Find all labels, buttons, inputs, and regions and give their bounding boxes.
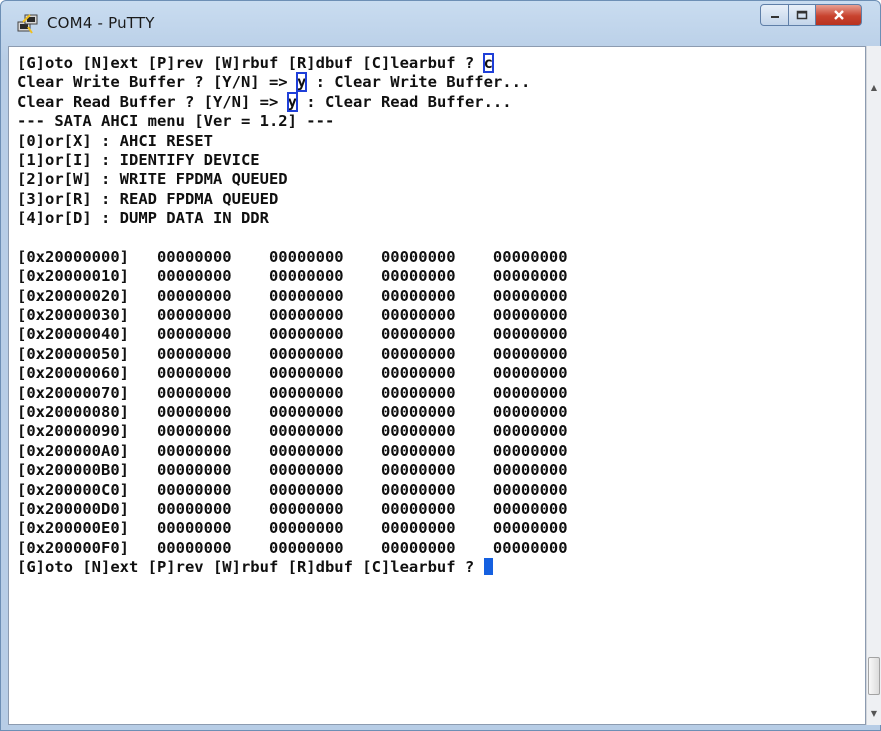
terminal-line: [1]or[I] : IDENTIFY DEVICE	[17, 151, 568, 170]
minimize-button[interactable]	[760, 4, 789, 26]
terminal-line: [0x20000030] 00000000 00000000 00000000 …	[17, 306, 568, 325]
terminal-line: [0x200000E0] 00000000 00000000 00000000 …	[17, 519, 568, 538]
terminal-text: --- SATA AHCI menu [Ver = 1.2] ---	[17, 112, 335, 131]
terminal-text: [0x20000000] 00000000 00000000 00000000 …	[17, 247, 568, 266]
minimize-icon	[770, 16, 779, 18]
terminal-line: [0x20000070] 00000000 00000000 00000000 …	[17, 384, 568, 403]
highlighted-input: y	[295, 72, 308, 93]
terminal-text: [0x200000D0] 00000000 00000000 00000000 …	[17, 499, 568, 518]
scroll-down-arrow-icon[interactable]: ▼	[870, 710, 878, 718]
terminal-line: Clear Write Buffer ? [Y/N] => y : Clear …	[17, 72, 568, 93]
highlighted-input: c	[482, 53, 494, 73]
terminal-line: [0x20000000] 00000000 00000000 00000000 …	[17, 248, 568, 267]
terminal-line: [0x200000C0] 00000000 00000000 00000000 …	[17, 481, 568, 500]
terminal-text: : Clear Write Buffer...	[306, 73, 531, 92]
terminal-text: [2]or[W] : WRITE FPDMA QUEUED	[17, 170, 288, 189]
terminal-line: [0x200000B0] 00000000 00000000 00000000 …	[17, 461, 568, 480]
terminal-line: [0x20000040] 00000000 00000000 00000000 …	[17, 325, 568, 344]
terminal-text: [0x20000020] 00000000 00000000 00000000 …	[17, 286, 568, 305]
terminal-cursor	[483, 558, 493, 576]
terminal-text: [0x20000030] 00000000 00000000 00000000 …	[17, 306, 568, 325]
terminal-line: [0x20000020] 00000000 00000000 00000000 …	[17, 287, 568, 306]
terminal-line: [0x20000090] 00000000 00000000 00000000 …	[17, 422, 568, 441]
terminal-text: [0x20000050] 00000000 00000000 00000000 …	[17, 344, 568, 363]
terminal-text: : Clear Read Buffer...	[296, 92, 512, 111]
terminal-text: [0x200000B0] 00000000 00000000 00000000 …	[17, 461, 568, 480]
terminal-line: [2]or[W] : WRITE FPDMA QUEUED	[17, 170, 568, 189]
terminal-text: Clear Read Buffer ? [Y/N] =>	[17, 92, 288, 111]
close-icon	[833, 10, 844, 20]
terminal-text: [0x200000C0] 00000000 00000000 00000000 …	[17, 480, 568, 499]
terminal-line: [G]oto [N]ext [P]rev [W]rbuf [R]dbuf [C]…	[17, 558, 568, 577]
terminal-text: [G]oto [N]ext [P]rev [W]rbuf [R]dbuf [C]…	[17, 54, 484, 72]
terminal-text: [0x200000E0] 00000000 00000000 00000000 …	[17, 519, 568, 538]
terminal-text: [3]or[R] : READ FPDMA QUEUED	[17, 189, 279, 208]
terminal-text: Clear Write Buffer ? [Y/N] =>	[17, 73, 297, 92]
terminal-line: [0x200000A0] 00000000 00000000 00000000 …	[17, 442, 568, 461]
close-button[interactable]	[816, 4, 862, 26]
terminal-line: [4]or[D] : DUMP DATA IN DDR	[17, 209, 568, 228]
terminal-text: [0x20000040] 00000000 00000000 00000000 …	[17, 325, 568, 344]
title-bar[interactable]: COM4 - PuTTY	[1, 1, 880, 45]
terminal-text: [0x200000A0] 00000000 00000000 00000000 …	[17, 441, 568, 460]
terminal-line: [0x200000F0] 00000000 00000000 00000000 …	[17, 539, 568, 558]
putty-window: COM4 - PuTTY [G]oto [N]ext [P]rev [W]rbu…	[0, 0, 881, 731]
terminal-text: [0x20000070] 00000000 00000000 00000000 …	[17, 383, 568, 402]
terminal-line: [0x20000060] 00000000 00000000 00000000 …	[17, 364, 568, 383]
terminal-screen[interactable]: [G]oto [N]ext [P]rev [W]rbuf [R]dbuf [C]…	[8, 46, 866, 725]
terminal-text: [0x200000F0] 00000000 00000000 00000000 …	[17, 538, 568, 557]
terminal-output: [G]oto [N]ext [P]rev [W]rbuf [R]dbuf [C]…	[17, 53, 568, 578]
terminal-text: [G]oto [N]ext [P]rev [W]rbuf [R]dbuf [C]…	[17, 558, 484, 577]
terminal-text: [0x20000010] 00000000 00000000 00000000 …	[17, 267, 568, 286]
scrollbar-thumb[interactable]	[868, 657, 880, 695]
terminal-text: [0]or[X] : AHCI RESET	[17, 131, 213, 150]
putty-icon[interactable]	[17, 13, 39, 35]
terminal-text: [0x20000060] 00000000 00000000 00000000 …	[17, 364, 568, 383]
terminal-text: [4]or[D] : DUMP DATA IN DDR	[17, 209, 269, 228]
terminal-line: [0x20000010] 00000000 00000000 00000000 …	[17, 267, 568, 286]
terminal-text: [0x20000080] 00000000 00000000 00000000 …	[17, 403, 568, 422]
maximize-button[interactable]	[789, 4, 816, 26]
terminal-line: [G]oto [N]ext [P]rev [W]rbuf [R]dbuf [C]…	[17, 53, 568, 73]
terminal-line: [0]or[X] : AHCI RESET	[17, 132, 568, 151]
terminal-line: [3]or[R] : READ FPDMA QUEUED	[17, 190, 568, 209]
scroll-up-arrow-icon[interactable]: ▲	[870, 84, 878, 92]
terminal-line: --- SATA AHCI menu [Ver = 1.2] ---	[17, 112, 568, 131]
vertical-scrollbar[interactable]: ▲ ▼	[866, 46, 881, 725]
terminal-text: [1]or[I] : IDENTIFY DEVICE	[17, 150, 260, 169]
terminal-line: [0x20000050] 00000000 00000000 00000000 …	[17, 345, 568, 364]
terminal-text: [0x20000090] 00000000 00000000 00000000 …	[17, 422, 568, 441]
highlighted-input: y	[286, 91, 299, 112]
terminal-line: Clear Read Buffer ? [Y/N] => y : Clear R…	[17, 91, 568, 112]
maximize-icon	[796, 10, 808, 20]
terminal-line: [0x200000D0] 00000000 00000000 00000000 …	[17, 500, 568, 519]
window-title: COM4 - PuTTY	[47, 14, 155, 32]
caption-buttons	[760, 4, 862, 28]
terminal-line: [0x20000080] 00000000 00000000 00000000 …	[17, 403, 568, 422]
